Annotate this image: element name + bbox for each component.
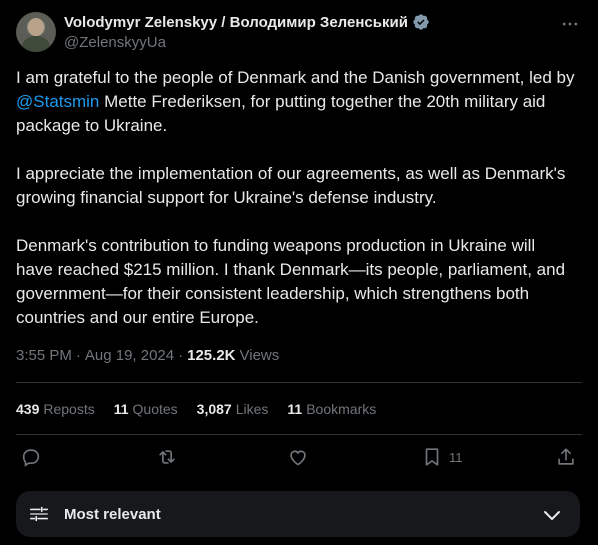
views-count: 125.2K: [187, 347, 236, 364]
share-button[interactable]: [555, 446, 577, 468]
bookmark-button[interactable]: 11: [421, 446, 463, 468]
action-bar: 11: [16, 446, 582, 474]
filter-icon: [29, 506, 49, 522]
post-text-segment: I am grateful to the people of Denmark a…: [16, 68, 575, 87]
meta-separator: ·: [178, 347, 184, 364]
author-display-name[interactable]: Volodymyr Zelenskyy / Володимир Зеленськ…: [64, 14, 408, 31]
post-meta: 3:55 PM · Aug 19, 2024 · 125.2K Views: [16, 347, 279, 364]
post-paragraph-3: Denmark's contribution to funding weapon…: [16, 236, 566, 327]
post-paragraph-2: I appreciate the implementation of our a…: [16, 164, 566, 207]
author-display-row: Volodymyr Zelenskyy / Володимир Зеленськ…: [64, 13, 430, 31]
avatar[interactable]: [16, 12, 56, 52]
post-header: Volodymyr Zelenskyy / Володимир Зеленськ…: [16, 12, 582, 56]
post-body: I am grateful to the people of Denmark a…: [16, 66, 576, 354]
likes-label: Likes: [235, 401, 269, 417]
chevron-down-icon: [544, 511, 560, 520]
reposts-stat[interactable]: 439 Reposts: [16, 401, 95, 417]
bookmark-icon: [425, 448, 439, 466]
share-icon: [558, 448, 574, 465]
reply-icon: [22, 449, 40, 467]
quotes-stat[interactable]: 11 Quotes: [114, 401, 178, 417]
like-icon: [290, 450, 306, 466]
like-button[interactable]: [287, 446, 309, 468]
views-label: Views: [239, 347, 280, 364]
divider: [16, 434, 582, 435]
mention-link[interactable]: @Statsmin: [16, 92, 99, 111]
post-date[interactable]: Aug 19, 2024: [85, 347, 174, 364]
post-time[interactable]: 3:55 PM: [16, 347, 72, 364]
reply-button[interactable]: [20, 446, 42, 468]
repost-icon: [159, 450, 175, 464]
bookmarks-stat[interactable]: 11 Bookmarks: [287, 401, 376, 417]
repost-button[interactable]: [156, 446, 178, 468]
author-handle[interactable]: @ZelenskyyUa: [64, 34, 430, 51]
likes-stat[interactable]: 3,087 Likes: [197, 401, 269, 417]
divider: [16, 382, 582, 383]
reposts-label: Reposts: [43, 401, 95, 417]
meta-separator: ·: [75, 347, 81, 364]
sort-replies-dropdown[interactable]: Most relevant: [16, 491, 580, 537]
quotes-label: Quotes: [132, 401, 178, 417]
author-names: Volodymyr Zelenskyy / Володимир Зеленськ…: [64, 13, 430, 51]
verified-badge-icon: [413, 14, 429, 30]
likes-count: 3,087: [196, 401, 232, 417]
quotes-count: 11: [113, 401, 129, 417]
avatar-face: [28, 18, 44, 36]
bookmark-count: 11: [449, 449, 463, 465]
avatar-body: [21, 36, 51, 52]
more-icon[interactable]: [560, 14, 580, 34]
sort-label: Most relevant: [64, 505, 161, 523]
engagement-stats: 439 Reposts 11 Quotes 3,087 Likes 11 Bookmar…: [16, 401, 376, 417]
bookmarks-label: Bookmarks: [306, 401, 377, 417]
bookmarks-count: 11: [287, 401, 303, 417]
post-paragraph-1: I am grateful to the people of Denmark a…: [16, 66, 576, 138]
reposts-count: 439: [16, 401, 40, 417]
